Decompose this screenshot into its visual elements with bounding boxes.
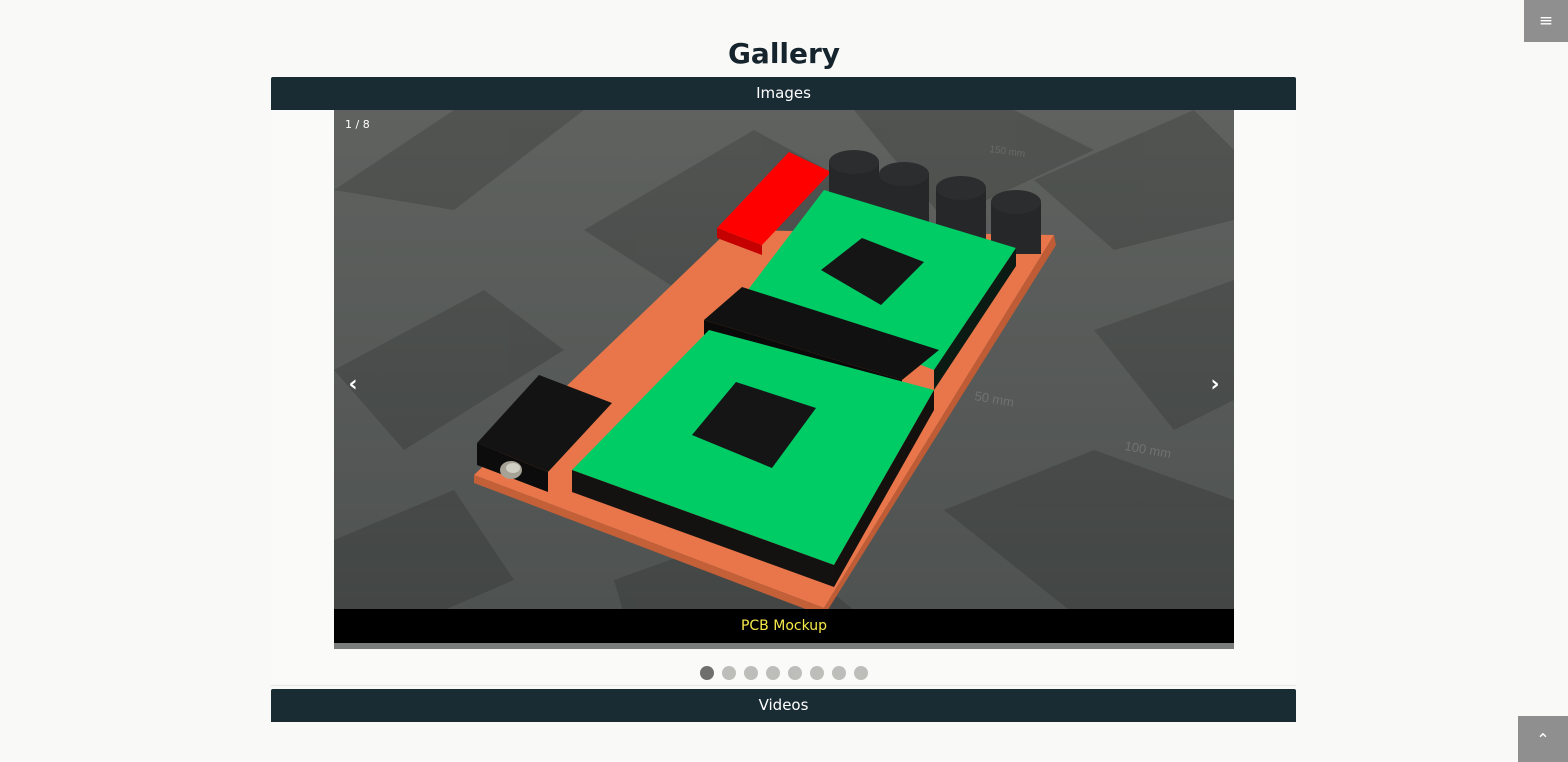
- slide-dot-6[interactable]: [809, 666, 824, 680]
- next-slide-button[interactable]: ›: [1204, 372, 1226, 398]
- slide-caption: PCB Mockup: [334, 609, 1234, 643]
- videos-section-header[interactable]: Videos: [271, 689, 1296, 722]
- slide-dot-8[interactable]: [853, 666, 868, 680]
- menu-icon: ≡: [1538, 11, 1554, 31]
- videos-section-label: Videos: [758, 696, 809, 714]
- chevron-left-icon: ‹: [348, 372, 358, 397]
- slide-indicators: [271, 666, 1296, 680]
- slide-dot-3[interactable]: [743, 666, 758, 680]
- chevron-up-icon: ⌃: [1536, 729, 1550, 749]
- slide-counter: 1 / 8: [345, 118, 370, 131]
- previous-slide-button[interactable]: ‹: [342, 372, 364, 398]
- chevron-right-icon: ›: [1210, 372, 1220, 397]
- slide-dot-5[interactable]: [787, 666, 802, 680]
- page-title: Gallery: [727, 37, 841, 70]
- images-section-label: Images: [756, 84, 811, 102]
- slide-dot-1[interactable]: [699, 666, 714, 680]
- gallery-slide: 50 mm 100 mm 150 mm 1 / 8 ‹ › PCB Mockup: [334, 110, 1234, 649]
- slide-dot-2[interactable]: [721, 666, 736, 680]
- image-gallery: 50 mm 100 mm 150 mm 1 / 8 ‹ › PCB Mockup: [271, 110, 1296, 686]
- caption-shadow: [334, 643, 1234, 649]
- slide-dot-7[interactable]: [831, 666, 846, 680]
- scroll-to-top-button[interactable]: ⌃: [1518, 716, 1568, 762]
- images-section-header[interactable]: Images: [271, 77, 1296, 110]
- pcb-mockup-image: 50 mm 100 mm 150 mm: [334, 110, 1234, 649]
- slide-dot-4[interactable]: [765, 666, 780, 680]
